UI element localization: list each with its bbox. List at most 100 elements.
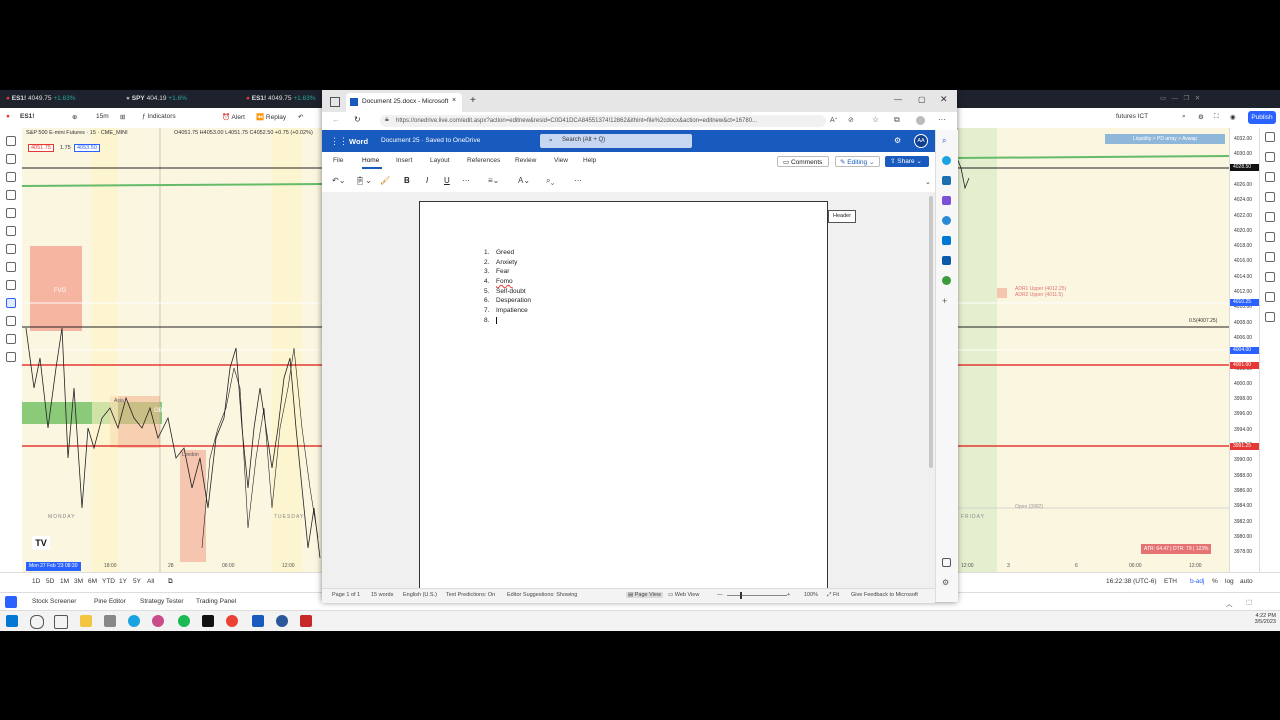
list-item[interactable]: 7. Impatience bbox=[484, 306, 531, 316]
collections-icon[interactable]: ⧉ bbox=[894, 115, 900, 125]
ruler-icon[interactable] bbox=[6, 280, 16, 290]
edge-icon[interactable] bbox=[128, 615, 140, 627]
watchlist-icon[interactable] bbox=[1265, 132, 1275, 142]
send-icon[interactable] bbox=[942, 256, 951, 265]
list-item[interactable]: 2. Anxiety bbox=[484, 258, 531, 268]
search-icon[interactable]: ⌕ bbox=[942, 136, 951, 145]
user-avatar[interactable]: AA bbox=[914, 134, 928, 148]
page-view-button[interactable]: ▤ Page View bbox=[626, 592, 663, 598]
brush-icon[interactable] bbox=[6, 190, 16, 200]
trendline-icon[interactable] bbox=[6, 154, 16, 164]
auto-toggle[interactable]: auto bbox=[1240, 578, 1253, 585]
measure-icon[interactable] bbox=[6, 244, 16, 254]
tab-insert[interactable]: Insert bbox=[396, 157, 412, 164]
tv-tab-1[interactable]: ● ES1! 4049.75 +1.63% bbox=[6, 93, 76, 105]
overflow-icon[interactable]: ⋯ bbox=[574, 176, 582, 185]
edge-active-tab[interactable]: Document 25.docx - Microsoft W × bbox=[346, 93, 462, 112]
system-clock[interactable]: 4:22 PM 3/5/2023 bbox=[1246, 613, 1276, 625]
compare-add-icon[interactable]: ⊕ bbox=[72, 113, 77, 121]
tab-actions-icon[interactable] bbox=[330, 97, 340, 107]
copilot-icon[interactable] bbox=[942, 156, 951, 165]
text-icon[interactable] bbox=[6, 208, 16, 218]
price-axis[interactable]: 4032.004030.004028.004026.004024.004022.… bbox=[1229, 128, 1260, 572]
italic-button[interactable]: I bbox=[426, 176, 428, 185]
hotlist-icon[interactable] bbox=[1265, 192, 1275, 202]
lock-icon[interactable] bbox=[6, 316, 16, 326]
share-button[interactable]: ⇧ Share ⌄ bbox=[885, 156, 929, 167]
align-icon[interactable]: ≡⌄ bbox=[488, 176, 499, 185]
task-view-icon[interactable] bbox=[54, 615, 68, 629]
undo-icon[interactable]: ↶⌄ bbox=[332, 176, 345, 185]
red-badge-icon[interactable]: ● bbox=[6, 113, 10, 120]
search-icon[interactable]: ⌕ bbox=[1182, 113, 1186, 121]
replay-button[interactable]: ⏪ Replay bbox=[256, 113, 286, 121]
settings-icon[interactable]: ⚙ bbox=[1198, 113, 1204, 121]
spotify-icon[interactable] bbox=[178, 615, 190, 627]
chart-pane-left[interactable]: S&P 500 E-mini Futures · 15 · CME_MINI O… bbox=[22, 128, 322, 572]
zoom-slider-thumb[interactable] bbox=[740, 592, 742, 599]
data-window-icon[interactable] bbox=[1265, 172, 1275, 182]
session-toggle[interactable]: ETH bbox=[1164, 578, 1177, 585]
list-item[interactable]: 3. Fear bbox=[484, 267, 531, 277]
list-item[interactable]: 8. bbox=[484, 316, 531, 326]
chat-icon[interactable] bbox=[1265, 272, 1275, 282]
bar-style-icon[interactable]: ⊞ bbox=[120, 113, 125, 121]
store-icon[interactable] bbox=[104, 615, 116, 627]
refresh-icon[interactable]: ↻ bbox=[354, 115, 361, 124]
header-tag[interactable]: Header bbox=[828, 210, 857, 223]
range-1d[interactable]: 1D bbox=[32, 578, 40, 585]
panel-trading-panel[interactable]: Trading Panel bbox=[196, 598, 236, 605]
profile-avatar[interactable] bbox=[916, 116, 925, 125]
word-count[interactable]: 15 words bbox=[371, 592, 393, 598]
panel-pine-editor[interactable]: Pine Editor bbox=[94, 598, 126, 605]
symbol-search-button[interactable]: ES1! bbox=[20, 113, 34, 120]
list-item[interactable]: 6. Desperation bbox=[484, 296, 531, 306]
tab-help[interactable]: Help bbox=[583, 157, 596, 164]
app-icon[interactable] bbox=[300, 615, 312, 627]
zoom-out-icon[interactable]: — bbox=[717, 592, 723, 598]
page-count[interactable]: Page 1 of 1 bbox=[332, 592, 360, 598]
eye-icon[interactable] bbox=[6, 334, 16, 344]
zoom-level[interactable]: 100% bbox=[804, 592, 818, 598]
tab-references[interactable]: References bbox=[467, 157, 500, 164]
file-explorer-icon[interactable] bbox=[80, 615, 92, 627]
tab-layout[interactable]: Layout bbox=[430, 157, 450, 164]
url-field[interactable]: https://onedrive.live.com/edit.aspx?acti… bbox=[380, 115, 826, 127]
games-icon[interactable] bbox=[942, 216, 951, 225]
web-view-button[interactable]: ▭ Web View bbox=[668, 592, 699, 598]
document-page[interactable] bbox=[419, 201, 828, 588]
clock[interactable]: 16:22:38 (UTC-6) bbox=[1106, 578, 1157, 585]
tradingview-app-icon[interactable] bbox=[202, 615, 214, 627]
streams-icon[interactable] bbox=[1265, 252, 1275, 262]
window-controls[interactable]: ▭ — ❐ ✕ bbox=[1160, 93, 1200, 105]
editor-suggestions[interactable]: Editor Suggestions: Showing bbox=[507, 592, 577, 598]
outlook-icon[interactable] bbox=[942, 236, 951, 245]
range-1m[interactable]: 1M bbox=[60, 578, 69, 585]
collapse-ribbon-icon[interactable]: ⌄ bbox=[925, 178, 931, 186]
tracking-icon[interactable]: ⊘ bbox=[848, 116, 854, 124]
fullscreen-icon[interactable]: ⛶ bbox=[1214, 113, 1219, 121]
tab-home[interactable]: Home bbox=[362, 157, 379, 164]
log-toggle[interactable]: log bbox=[1225, 578, 1234, 585]
fib-icon[interactable] bbox=[6, 172, 16, 182]
list-item[interactable]: 4. Fomo bbox=[484, 277, 531, 287]
tab-file[interactable]: File bbox=[333, 157, 343, 164]
ideas-icon[interactable] bbox=[1265, 232, 1275, 242]
document-title[interactable]: Document 25 · Saved to OneDrive bbox=[381, 137, 480, 144]
panel-strategy-tester[interactable]: Strategy Tester bbox=[140, 598, 184, 605]
alerts-icon[interactable] bbox=[1265, 152, 1275, 162]
tree-icon[interactable] bbox=[942, 276, 951, 285]
new-tab-button[interactable]: + bbox=[470, 95, 476, 106]
indicators-button[interactable]: ƒ Indicators bbox=[142, 113, 176, 120]
collapse-panel-icon[interactable]: ︿ bbox=[1226, 598, 1233, 608]
bid-price-box[interactable]: 4051.75 bbox=[28, 144, 54, 152]
pattern-icon[interactable] bbox=[6, 226, 16, 236]
close-tab-icon[interactable]: × bbox=[452, 97, 456, 104]
favorites-icon[interactable]: ☆ bbox=[872, 115, 879, 124]
publish-button[interactable]: Publish bbox=[1248, 111, 1276, 124]
range-3m[interactable]: 3M bbox=[74, 578, 83, 585]
help-icon[interactable] bbox=[1265, 312, 1275, 322]
range-ytd[interactable]: YTD bbox=[102, 578, 115, 585]
underline-button[interactable]: U bbox=[444, 176, 450, 185]
goto-date-icon[interactable]: ⧉ bbox=[168, 578, 173, 586]
